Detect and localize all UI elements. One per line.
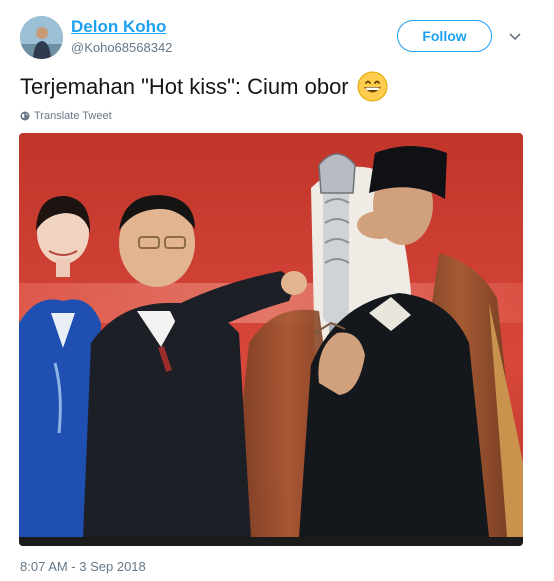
tweet-timestamp[interactable]: 8:07 AM - 3 Sep 2018 [20, 559, 146, 574]
user-display-name[interactable]: Delon Koho [71, 17, 166, 37]
follow-button[interactable]: Follow [397, 20, 492, 52]
globe-icon [20, 111, 30, 121]
tweet-text: Terjemahan "Hot kiss": Cium obor [20, 73, 349, 99]
translate-tweet-link[interactable]: Translate Tweet [20, 110, 112, 122]
user-avatar-icon [20, 16, 63, 59]
tweet-photo[interactable] [19, 133, 523, 546]
chevron-down-icon[interactable] [506, 28, 524, 46]
tweet-text-container: Terjemahan "Hot kiss": Cium obor [20, 71, 388, 102]
grinning-face-emoji-icon [357, 71, 388, 102]
translate-tweet-label: Translate Tweet [34, 110, 112, 122]
avatar[interactable] [20, 16, 63, 59]
user-handle: @Koho68568342 [71, 40, 173, 55]
ceremony-photo-image [19, 133, 523, 546]
